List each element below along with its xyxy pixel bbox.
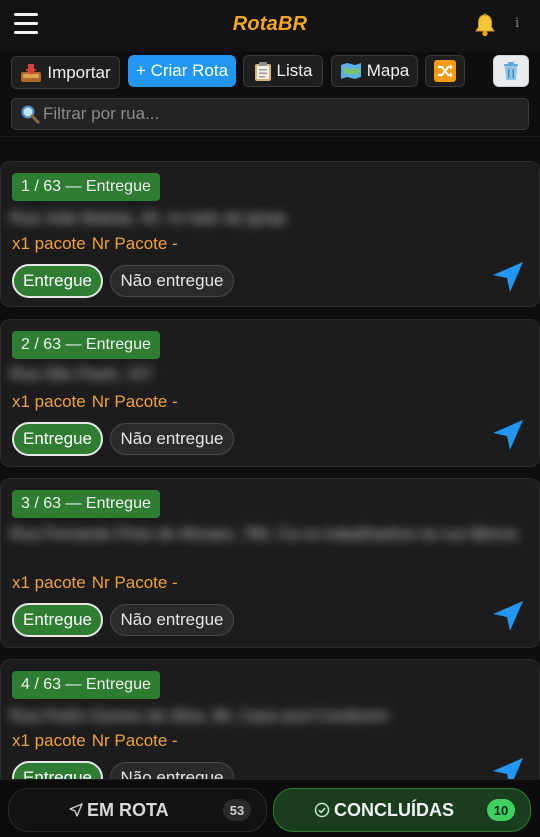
delivered-button[interactable]: Entregue bbox=[12, 422, 103, 456]
status-badge: 2 / 63 — Entregue bbox=[12, 331, 160, 359]
package-info: x1 pacote Nr Pacote - bbox=[12, 573, 184, 593]
check-circle-icon bbox=[314, 802, 330, 818]
route-count-badge: 53 bbox=[223, 799, 251, 821]
bottom-tab-bar: EM ROTA 53 CONCLUÍDAS 10 bbox=[0, 779, 540, 837]
create-route-button[interactable]: + Criar Rota bbox=[128, 55, 236, 87]
status-badge: 1 / 63 — Entregue bbox=[12, 173, 160, 201]
search-input[interactable] bbox=[43, 104, 523, 124]
delivery-card: 1 / 63 — Entregue Rua João Batista, 45, … bbox=[0, 161, 540, 307]
delivered-button[interactable]: Entregue bbox=[12, 264, 103, 298]
status-badge: 3 / 63 — Entregue bbox=[12, 490, 160, 518]
navigate-arrow-icon[interactable] bbox=[491, 418, 525, 452]
not-delivered-button[interactable]: Não entregue bbox=[110, 604, 234, 636]
quantity-text: x1 pacote bbox=[12, 573, 86, 592]
navigate-arrow-icon[interactable] bbox=[491, 260, 525, 294]
package-number: Nr Pacote - bbox=[91, 234, 178, 253]
list-button[interactable]: Lista bbox=[243, 55, 323, 87]
inbox-tray-icon bbox=[21, 63, 42, 82]
not-delivered-button[interactable]: Não entregue bbox=[110, 265, 234, 297]
address-text: Rua São Paulo, 157 bbox=[10, 366, 154, 383]
shuffle-icon bbox=[434, 60, 456, 82]
tab-em-rota[interactable]: EM ROTA 53 bbox=[8, 788, 267, 832]
address-text: Rua Pedro Gomes da Silva, 86, Casa azul … bbox=[10, 708, 389, 725]
send-icon bbox=[69, 803, 83, 817]
package-number: Nr Pacote - bbox=[91, 573, 178, 592]
magnifier-icon bbox=[21, 105, 40, 124]
address-text: Rua João Batista, 45, no lado da igreja bbox=[10, 210, 286, 227]
import-button[interactable]: Importar bbox=[11, 56, 120, 89]
divider bbox=[0, 136, 540, 137]
bell-icon[interactable] bbox=[472, 12, 498, 38]
not-delivered-button[interactable]: Não entregue bbox=[110, 423, 234, 455]
status-badge: 4 / 63 — Entregue bbox=[12, 671, 160, 699]
shuffle-button[interactable] bbox=[425, 55, 465, 87]
list-label: Lista bbox=[276, 61, 313, 80]
quantity-text: x1 pacote bbox=[12, 731, 86, 750]
tab-concluidas[interactable]: CONCLUÍDAS 10 bbox=[273, 788, 531, 832]
tab-concluidas-label: CONCLUÍDAS bbox=[334, 799, 454, 820]
clipboard-icon bbox=[254, 61, 271, 81]
delivery-card: 2 / 63 — Entregue Rua São Paulo, 157 x1 … bbox=[0, 319, 540, 467]
street-filter bbox=[11, 98, 529, 130]
app-title: RotaBR bbox=[232, 13, 308, 35]
tab-em-rota-label: EM ROTA bbox=[87, 799, 169, 820]
package-number: Nr Pacote - bbox=[91, 392, 178, 411]
delivery-card: 3 / 63 — Entregue Rua Fernando Pinto de … bbox=[0, 478, 540, 648]
package-number: Nr Pacote - bbox=[91, 731, 178, 750]
delivered-button[interactable]: Entregue bbox=[12, 603, 103, 637]
package-info: x1 pacote Nr Pacote - bbox=[12, 234, 184, 254]
map-label: Mapa bbox=[366, 61, 410, 80]
done-count-badge: 10 bbox=[487, 799, 515, 821]
import-label: Importar bbox=[47, 62, 111, 82]
quantity-text: x1 pacote bbox=[12, 392, 86, 411]
navigate-arrow-icon[interactable] bbox=[491, 599, 525, 633]
map-icon bbox=[340, 63, 361, 79]
clear-button[interactable] bbox=[493, 55, 529, 87]
package-info: x1 pacote Nr Pacote - bbox=[12, 392, 184, 412]
quantity-text: x1 pacote bbox=[12, 234, 86, 253]
app-header: RotaBR i bbox=[0, 0, 540, 52]
trash-icon bbox=[504, 62, 518, 80]
map-button[interactable]: Mapa bbox=[331, 55, 418, 87]
address-text: Rua Fernando Pinto de Moraes, 780, Ca no… bbox=[10, 526, 517, 543]
toolbar: Importar + Criar Rota Lista Mapa bbox=[0, 52, 540, 94]
package-info: x1 pacote Nr Pacote - bbox=[12, 731, 184, 751]
info-button[interactable]: i bbox=[515, 16, 519, 31]
